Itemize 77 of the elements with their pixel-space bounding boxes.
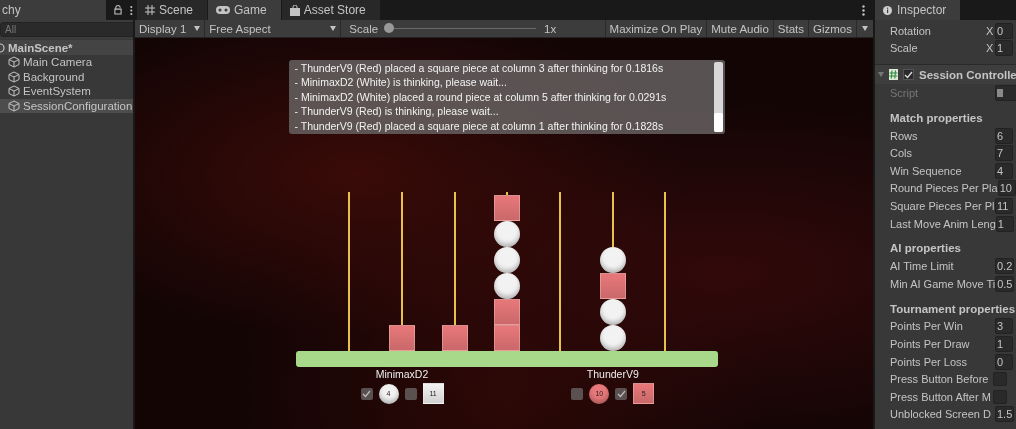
foldout-icon[interactable]: [878, 72, 884, 78]
cube-icon: [8, 99, 20, 112]
field-label: Unblocked Screen D: [890, 408, 992, 421]
view-tab[interactable]: Scene: [137, 0, 208, 20]
field-label: Round Pieces Per Pla: [890, 182, 998, 195]
value-field[interactable]: 1: [995, 215, 1014, 232]
checkbox[interactable]: [615, 387, 628, 400]
field-label: Script: [890, 87, 920, 99]
checkbox[interactable]: [360, 387, 373, 400]
log-line: - MinimaxD2 (White) placed a round piece at column 5 after thinking for 0.0291s: [294, 89, 668, 104]
info-icon: [883, 5, 892, 15]
player-name: MinimaxD2: [375, 368, 429, 380]
checkbox[interactable]: [903, 69, 914, 81]
checkbox[interactable]: [571, 387, 584, 400]
grid-icon: [145, 5, 155, 15]
log-line: - ThunderV9 (Red) placed a square piece at column 1 after thinking for 0.1828s: [294, 118, 665, 133]
bag-icon: [289, 4, 300, 16]
lock-icon[interactable]: [114, 5, 123, 15]
field-label: Win Sequence: [890, 164, 963, 177]
field-label: Rotation: [890, 24, 932, 37]
value-field[interactable]: 4: [995, 162, 1013, 179]
value-field[interactable]: 0: [995, 22, 1013, 39]
inspector-tab[interactable]: Inspector: [875, 0, 961, 20]
field-label: AI Time Limit: [890, 260, 955, 273]
axis-label: X: [986, 42, 995, 55]
value-field[interactable]: 0.5: [995, 275, 1015, 292]
view-tab[interactable]: Asset Store: [281, 0, 380, 20]
player-name: ThunderV9: [586, 368, 639, 380]
field-label: Points Per Draw: [890, 337, 971, 350]
value-field[interactable]: 1: [995, 335, 1013, 352]
value-field[interactable]: 10: [997, 180, 1016, 197]
field-label: Min AI Game Move Ti: [890, 277, 996, 290]
log-line: - MinimaxD2 (White) is thinking, please wait...: [294, 75, 508, 90]
scene-header[interactable]: MainScene*: [0, 40, 133, 55]
script-icon: [889, 69, 898, 81]
log-line: - ThunderV9 (Red) placed a square piece at column 3 after thinking for 0.1816s: [294, 60, 665, 75]
checkbox[interactable]: [404, 387, 417, 400]
more-icon[interactable]: [862, 4, 865, 16]
scale-value: 1x: [543, 21, 557, 37]
more-icon[interactable]: [130, 4, 133, 16]
hierarchy-item[interactable]: EventSystem: [0, 84, 133, 99]
section-title: Match properties: [889, 110, 984, 126]
hierarchy-item[interactable]: SessionConfiguration: [0, 98, 133, 113]
value-field[interactable]: 6: [995, 127, 1013, 144]
cube-icon: [8, 85, 20, 98]
component-header[interactable]: Session Controlle: [875, 64, 1016, 85]
value-field[interactable]: 11: [995, 197, 1013, 214]
view-tab[interactable]: Game: [208, 0, 281, 20]
hierarchy-tab[interactable]: chy: [0, 0, 107, 20]
field-label: Scale: [890, 42, 919, 55]
hierarchy-item[interactable]: Background: [0, 69, 133, 84]
section-title: AI properties: [889, 241, 962, 257]
value-field[interactable]: 1: [995, 40, 1013, 57]
value-field[interactable]: 0: [995, 353, 1013, 370]
script-field: [995, 85, 1016, 101]
value-field[interactable]: 0.2: [995, 258, 1015, 275]
cube-icon: [8, 70, 20, 83]
field-label: Square Pieces Per Pl: [890, 199, 995, 212]
axis-label: X: [986, 24, 995, 37]
field-label: Rows: [890, 129, 919, 142]
gamepad-icon: [216, 6, 231, 14]
field-label: Points Per Loss: [890, 355, 969, 368]
value-field[interactable]: 3: [995, 318, 1013, 335]
search-field[interactable]: All: [0, 22, 133, 37]
section-title: Tournament properties: [889, 301, 1016, 317]
scrollbar[interactable]: [713, 62, 723, 132]
field-label: Press Button After M: [890, 390, 992, 403]
log-line: - ThunderV9 (Red) is thinking, please wait...: [294, 104, 500, 119]
cube-icon: [8, 56, 20, 69]
field-label: Last Move Anim Leng: [890, 217, 996, 230]
field-label: Press Button Before: [890, 373, 990, 386]
value-field[interactable]: 7: [995, 145, 1013, 162]
hierarchy-item[interactable]: Main Camera: [0, 55, 133, 70]
value-field[interactable]: 1.5: [995, 406, 1015, 423]
field-label: Points Per Win: [890, 320, 964, 333]
field-label: Cols: [890, 147, 913, 160]
scale-label: Scale: [348, 21, 379, 37]
